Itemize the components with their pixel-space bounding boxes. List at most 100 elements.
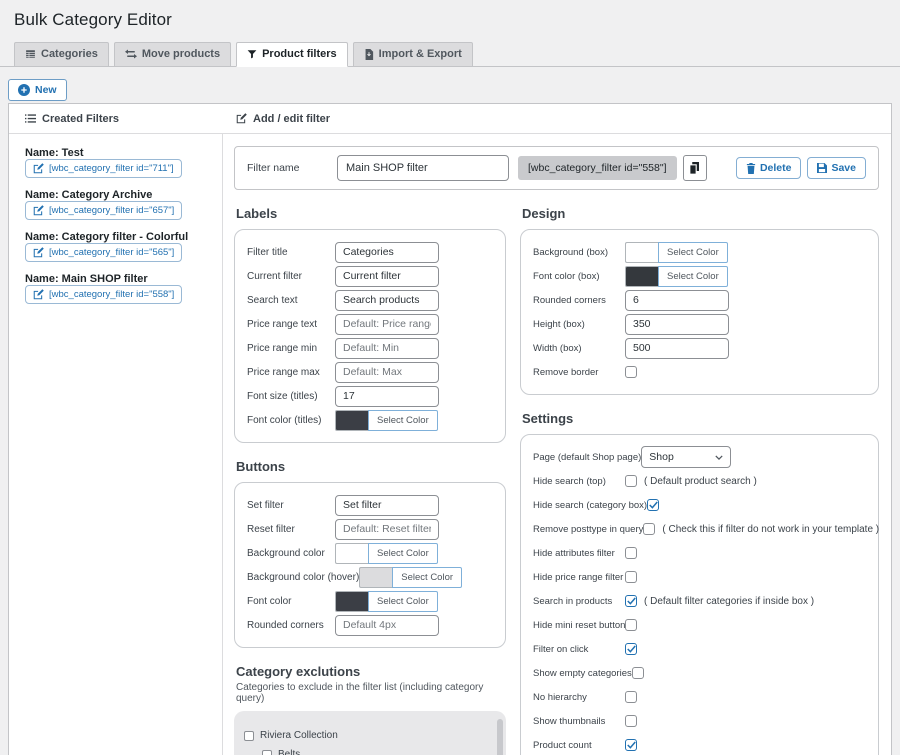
select-color-button: Select Color — [658, 266, 728, 287]
left-settings-column: Labels Filter titleCurrent filterSearch … — [234, 190, 506, 755]
checkbox[interactable] — [625, 643, 637, 655]
font-color-titles-color-picker[interactable]: Select Color — [335, 410, 438, 431]
category-exclusions-box: Riviera CollectionBeltsClothingClutchesH… — [234, 711, 506, 755]
field-row-filter-title: Filter title — [247, 240, 493, 264]
height-box-input[interactable] — [625, 314, 729, 335]
field-label: Price range min — [247, 343, 335, 354]
field-row-reset-filter: Reset filter — [247, 517, 493, 541]
delete-button[interactable]: Delete — [736, 157, 802, 179]
main-panel: Created Filters Add / edit filter Name: … — [8, 103, 892, 755]
filter-shortcode-button[interactable]: [wbc_category_filter id="657"] — [25, 201, 182, 220]
edit-icon — [33, 247, 44, 258]
checkbox[interactable] — [625, 739, 637, 751]
rounded-corners-input[interactable] — [335, 615, 439, 636]
filter-shortcode-button[interactable]: [wbc_category_filter id="558"] — [25, 285, 182, 304]
checkbox[interactable] — [647, 499, 659, 511]
field-row-show-empty-categories: Show empty categories — [533, 661, 866, 685]
edit-icon — [33, 289, 44, 300]
checkbox[interactable] — [625, 571, 637, 583]
field-label: Reset filter — [247, 524, 335, 535]
filter-shortcode-button[interactable]: [wbc_category_filter id="565"] — [25, 243, 182, 262]
buttons-section-title: Buttons — [236, 459, 506, 474]
new-button-label: New — [35, 84, 57, 96]
font-color-box-color-picker[interactable]: Select Color — [625, 266, 728, 287]
tab-import-export[interactable]: Import & Export — [353, 42, 473, 67]
checkbox[interactable] — [632, 667, 644, 679]
field-row-remove-posttype-in-query: Remove posttype in query( Check this if … — [533, 517, 866, 541]
import-icon — [364, 49, 374, 60]
reset-filter-input[interactable] — [335, 519, 439, 540]
checkbox[interactable] — [625, 691, 637, 703]
edit-icon — [236, 113, 247, 124]
field-label: No hierarchy — [533, 692, 625, 703]
background-color-color-picker[interactable]: Select Color — [335, 543, 438, 564]
price-range-min-input[interactable] — [335, 338, 439, 359]
field-label: Hide mini reset button — [533, 620, 625, 631]
rounded-corners-input[interactable] — [625, 290, 729, 311]
category-label: Belts — [278, 749, 300, 755]
save-button[interactable]: Save — [807, 157, 866, 179]
checkbox[interactable] — [625, 475, 637, 487]
field-label: Background color — [247, 548, 335, 559]
filter-name-input[interactable] — [337, 155, 509, 181]
field-label: Font size (titles) — [247, 391, 335, 402]
field-row-set-filter: Set filter — [247, 493, 493, 517]
background-color-hover-color-picker[interactable]: Select Color — [359, 567, 462, 588]
labels-panel: Filter titleCurrent filterSearch textPri… — [234, 229, 506, 443]
checkbox[interactable] — [262, 750, 272, 755]
background-box-color-picker[interactable]: Select Color — [625, 242, 728, 263]
filter-list-item: Name: Main SHOP filter[wbc_category_filt… — [25, 273, 212, 304]
tab-product-filters[interactable]: Product filters — [236, 42, 348, 67]
field-label: Show empty categories — [533, 668, 632, 679]
field-label: Hide attributes filter — [533, 548, 625, 559]
checkbox[interactable] — [625, 715, 637, 727]
field-row-font-size-titles: Font size (titles) — [247, 384, 493, 408]
field-label: Height (box) — [533, 319, 625, 330]
field-row-hide-search-category-box: Hide search (category box) — [533, 493, 866, 517]
tab-move-products[interactable]: Move products — [114, 42, 231, 67]
checkbox[interactable] — [625, 366, 637, 378]
field-label: Filter on click — [533, 644, 625, 655]
labels-section-title: Labels — [236, 206, 506, 221]
price-range-max-input[interactable] — [335, 362, 439, 383]
filter-list-item: Name: Category filter - Colorful[wbc_cat… — [25, 231, 212, 262]
width-box-input[interactable] — [625, 338, 729, 359]
settings-section-title: Settings — [522, 411, 879, 426]
font-color-color-picker[interactable]: Select Color — [335, 591, 438, 612]
filter-shortcode-button[interactable]: [wbc_category_filter id="711"] — [25, 159, 182, 178]
font-size-titles-input[interactable] — [335, 386, 439, 407]
checkbox[interactable] — [643, 523, 655, 535]
new-filter-button[interactable]: New — [8, 79, 67, 101]
field-label: Page (default Shop page) — [533, 452, 641, 463]
field-label: Current filter — [247, 271, 335, 282]
filter-title-input[interactable] — [335, 242, 439, 263]
editor-columns: Labels Filter title Current filter Search … — [234, 190, 879, 755]
field-label: Price range text — [247, 319, 335, 330]
page-default-shop-page-select[interactable]: Shop — [641, 446, 731, 468]
field-label: Search in products — [533, 596, 625, 607]
field-row-rounded-corners: Rounded corners — [247, 613, 493, 637]
field-label: Price range max — [247, 367, 335, 378]
add-edit-filter-header: Add / edit filter — [223, 113, 330, 125]
checkbox[interactable] — [244, 731, 254, 741]
search-text-input[interactable] — [335, 290, 439, 311]
scrollbar-thumb[interactable] — [497, 719, 503, 755]
set-filter-input[interactable] — [335, 495, 439, 516]
panel-body: Name: Test[wbc_category_filter id="711"]… — [9, 134, 891, 755]
checkbox[interactable] — [625, 547, 637, 559]
design-panel: Background (box)Select ColorFont color (… — [520, 229, 879, 395]
shortcode-text: [wbc_category_filter id="711"] — [49, 163, 174, 174]
bulk-category-editor-page: Bulk Category Editor CategoriesMove prod… — [0, 0, 900, 101]
tab-categories[interactable]: Categories — [14, 42, 109, 67]
checkbox[interactable] — [625, 595, 637, 607]
field-row-show-thumbnails: Show thumbnails — [533, 709, 866, 733]
price-range-text-input[interactable] — [335, 314, 439, 335]
color-swatch — [335, 591, 368, 612]
field-row-hide-search-top: Hide search (top)( Default product searc… — [533, 469, 866, 493]
field-row-product-count: Product count — [533, 733, 866, 755]
checkbox[interactable] — [625, 619, 637, 631]
shortcode-text: [wbc_category_filter id="657"] — [49, 205, 174, 216]
current-filter-input[interactable] — [335, 266, 439, 287]
created-filters-header: Created Filters — [9, 113, 223, 125]
copy-shortcode-button[interactable] — [683, 155, 707, 181]
